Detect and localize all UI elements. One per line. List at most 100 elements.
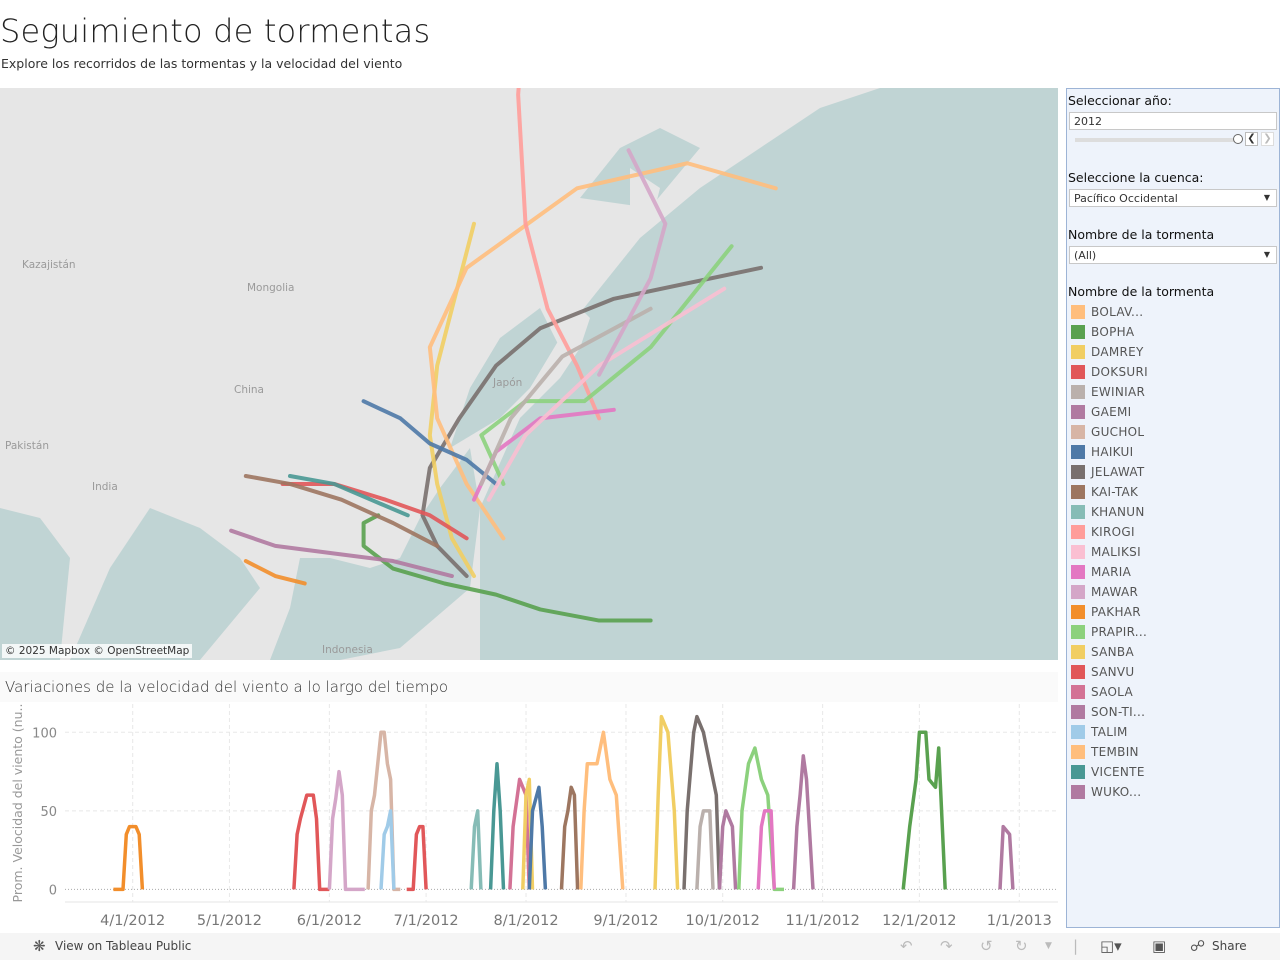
legend-label: EWINIAR (1091, 385, 1146, 399)
legend-item[interactable]: GAEMI (1071, 402, 1131, 422)
legend-swatch (1071, 445, 1085, 459)
storm-selected: (All) (1074, 249, 1097, 262)
legend-label: PRAPIR... (1091, 625, 1148, 639)
legend-item[interactable]: KIROGI (1071, 522, 1135, 542)
caret-down-icon[interactable]: ▼ (1045, 941, 1052, 951)
legend-swatch (1071, 305, 1085, 319)
legend-item[interactable]: KHANUN (1071, 502, 1145, 522)
filter-panel: Seleccionar año: 2012 ❮ ❯ Seleccione la … (1066, 88, 1280, 928)
legend-label: SAOLA (1091, 685, 1133, 699)
legend-swatch (1071, 385, 1085, 399)
legend-item[interactable]: SANBA (1071, 642, 1134, 662)
year-input[interactable]: 2012 (1069, 112, 1277, 130)
caret-down-icon: ▼ (1263, 250, 1270, 259)
legend-label: MARIA (1091, 565, 1132, 579)
legend-item[interactable]: PAKHAR (1071, 602, 1141, 622)
series-line-wukong[interactable] (998, 824, 1015, 890)
map-attribution[interactable]: © 2025 Mapbox © OpenStreetMap (2, 644, 193, 658)
series-line-kai-tak[interactable] (559, 785, 580, 890)
series-line-mawar[interactable] (327, 769, 365, 892)
map-label: Indonesia (322, 644, 373, 656)
legend-label: TALIM (1091, 725, 1128, 739)
basin-dropdown[interactable]: Pacífico Occidental ▼ (1069, 189, 1277, 207)
series-line-doksuri[interactable] (406, 824, 428, 892)
legend-item[interactable]: SANVU (1071, 662, 1135, 682)
legend-item[interactable]: MALIKSI (1071, 542, 1141, 562)
map-canvas[interactable] (0, 88, 1058, 660)
legend-swatch (1071, 525, 1085, 539)
legend-item[interactable]: TALIM (1071, 722, 1128, 742)
legend-item[interactable]: MARIA (1071, 562, 1131, 582)
refresh-icon[interactable]: ↻ (1015, 937, 1028, 955)
storm-track[interactable] (287, 473, 410, 518)
share-icon[interactable]: ☍ (1190, 937, 1205, 955)
map-label: India (92, 481, 118, 493)
legend-item[interactable]: KAI-TAK (1071, 482, 1138, 502)
legend-item[interactable]: DAMREY (1071, 342, 1144, 362)
legend-label: SANBA (1091, 645, 1134, 659)
legend-item[interactable]: BOPHA (1071, 322, 1134, 342)
legend-item[interactable]: DOKSURI (1071, 362, 1148, 382)
legend-label: BOLAV... (1091, 305, 1144, 319)
wind-speed-chart[interactable]: 0 50 100 4/1/2012 5/1/2012 6/1/2012 7/1/2012 8/… (0, 702, 1058, 934)
legend-label: MAWAR (1091, 585, 1139, 599)
storm-dropdown[interactable]: (All) ▼ (1069, 246, 1277, 264)
legend-item[interactable]: HAIKUI (1071, 442, 1133, 462)
series-line-vicente[interactable] (488, 761, 506, 890)
legend-item[interactable]: GUCHOL (1071, 422, 1144, 442)
legend-swatch (1071, 765, 1085, 779)
legend-item[interactable]: WUKO... (1071, 782, 1141, 802)
map-label: Japón (493, 377, 523, 389)
legend-item[interactable]: MAWAR (1071, 582, 1138, 602)
legend-swatch (1071, 665, 1085, 679)
legend-item[interactable]: EWINIAR (1071, 382, 1145, 402)
legend-label: TEMBIN (1091, 745, 1139, 759)
legend-swatch (1071, 625, 1085, 639)
legend-swatch (1071, 645, 1085, 659)
legend-item[interactable]: PRAPIR... (1071, 622, 1147, 642)
legend-swatch (1071, 485, 1085, 499)
storm-track-map[interactable]: Kazajistán Mongolia China Japón Pakistán… (0, 88, 1058, 660)
series-line-jelawat[interactable] (682, 714, 722, 890)
y-tick-label: 100 (32, 726, 57, 741)
year-next-button[interactable]: ❯ (1261, 132, 1274, 146)
revert-icon[interactable]: ↺ (980, 937, 993, 955)
series-line-son-tinh[interactable] (791, 754, 815, 890)
y-axis-title: Prom. Velocidad del viento (nu.. (10, 704, 25, 903)
view-on-tableau-link[interactable]: View on Tableau Public (55, 939, 191, 953)
year-slider-track[interactable] (1075, 138, 1238, 142)
x-tick-label: 4/1/2012 (100, 913, 165, 929)
series-line-khanun[interactable] (469, 809, 483, 890)
legend-item[interactable]: BOLAV... (1071, 302, 1143, 322)
legend-item[interactable]: VICENTE (1071, 762, 1145, 782)
legend-swatch (1071, 605, 1085, 619)
tableau-logo-icon: ❋ (33, 937, 46, 955)
legend-label: SON-TI... (1091, 705, 1146, 719)
legend-swatch (1071, 745, 1085, 759)
series-line-sanvu[interactable] (292, 793, 330, 892)
legend-swatch (1071, 685, 1085, 699)
redo-icon[interactable]: ↷ (940, 937, 953, 955)
series-line-tembin[interactable] (579, 730, 625, 890)
series-line-gaemi[interactable] (717, 809, 738, 890)
chevron-left-icon: ❮ (1247, 133, 1256, 144)
x-tick-label: 1/1/2013 (987, 913, 1052, 929)
series-line-bopha[interactable] (901, 730, 947, 890)
series-line-ewiniar[interactable] (695, 809, 715, 890)
fullscreen-icon[interactable]: ▣ (1152, 937, 1166, 955)
share-button[interactable]: Share (1212, 939, 1247, 953)
download-icon[interactable]: ◱▾ (1100, 937, 1122, 955)
legend-item[interactable]: SAOLA (1071, 682, 1133, 702)
series-line-sanba[interactable] (653, 714, 680, 890)
legend-item[interactable]: SON-TI... (1071, 702, 1145, 722)
year-slider-handle[interactable] (1233, 134, 1243, 144)
series-line-talim[interactable] (379, 809, 396, 890)
divider: | (1073, 937, 1079, 955)
undo-icon[interactable]: ↶ (900, 937, 913, 955)
series-line-pakhar[interactable] (113, 824, 145, 892)
year-prev-button[interactable]: ❮ (1245, 132, 1258, 146)
legend-item[interactable]: TEMBIN (1071, 742, 1139, 762)
y-tick-label: 50 (40, 805, 57, 820)
legend-swatch (1071, 545, 1085, 559)
legend-item[interactable]: JELAWAT (1071, 462, 1145, 482)
